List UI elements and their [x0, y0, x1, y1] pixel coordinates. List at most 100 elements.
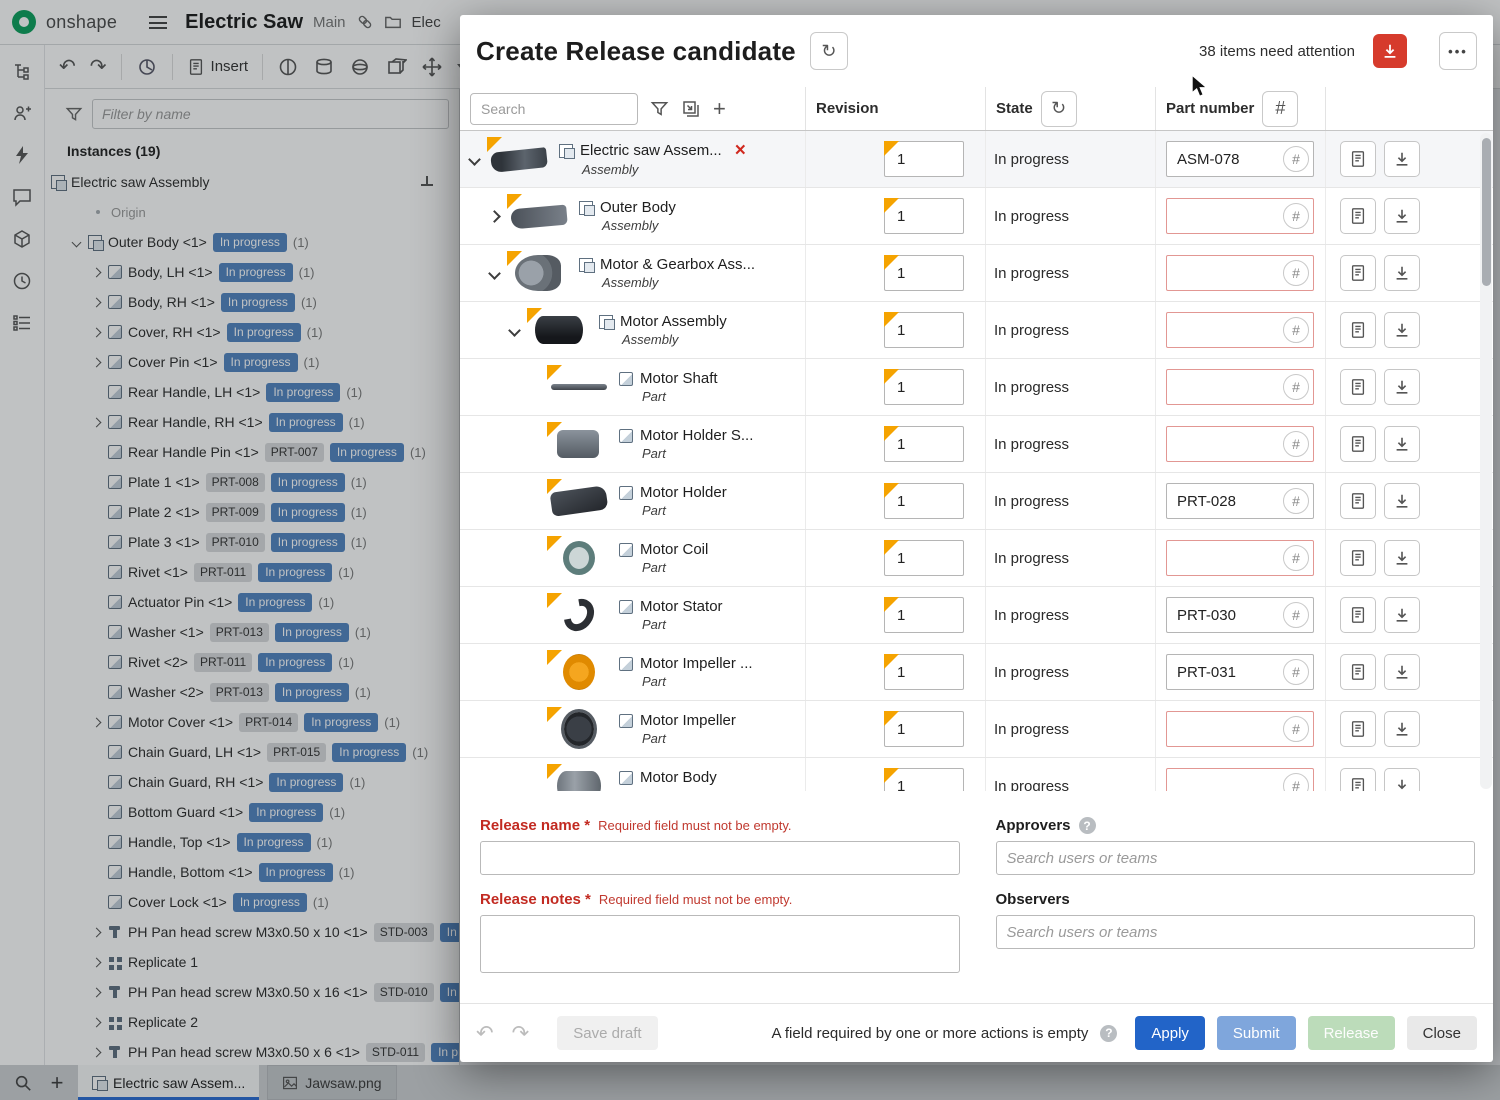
part-thumbnail — [507, 194, 571, 238]
item-name: Motor Impeller ... — [640, 655, 753, 672]
footer-warning-text: A field required by one or more actions … — [772, 1025, 1089, 1042]
undo-icon[interactable]: ↶ — [476, 1023, 494, 1044]
generate-part-number-button[interactable]: # — [1283, 488, 1309, 514]
generate-part-number-button[interactable]: # — [1283, 716, 1309, 742]
generate-part-number-button[interactable]: # — [1283, 374, 1309, 400]
state-label: In progress — [994, 379, 1069, 396]
refresh-state-button[interactable]: ↻ — [1041, 91, 1077, 127]
observers-input[interactable] — [996, 915, 1476, 949]
download-icon-button[interactable] — [1384, 654, 1420, 690]
release-notes-input[interactable] — [480, 915, 960, 973]
chevron-icon[interactable] — [488, 267, 501, 280]
error-icon[interactable]: × — [735, 141, 746, 160]
release-table-row[interactable]: Motor Stator Part In progress # — [460, 587, 1493, 644]
approvers-input[interactable] — [996, 841, 1476, 875]
item-name: Motor Stator — [640, 598, 723, 615]
download-icon-button[interactable] — [1384, 597, 1420, 633]
generate-part-number-button[interactable]: # — [1283, 146, 1309, 172]
release-table-row[interactable]: Outer Body Assembly In progress # — [460, 188, 1493, 245]
release-table-row[interactable]: Motor Impeller ... Part In progress # — [460, 644, 1493, 701]
release-table-row[interactable]: Motor Body Part In progress # — [460, 758, 1493, 791]
close-button[interactable]: Close — [1407, 1016, 1477, 1050]
warning-corner-icon — [507, 194, 522, 209]
reload-candidate-button[interactable]: ↻ — [810, 32, 848, 70]
warning-corner-icon — [884, 540, 899, 555]
table-scrollbar[interactable] — [1480, 133, 1492, 789]
release-table-row[interactable]: Motor Impeller Part In progress # — [460, 701, 1493, 758]
revision-cell — [805, 188, 985, 244]
collapse-all-icon[interactable] — [681, 99, 701, 119]
release-notes-icon-button[interactable] — [1340, 597, 1376, 633]
filter-icon[interactable] — [650, 99, 669, 118]
revision-cell — [805, 359, 985, 415]
release-table-row[interactable]: Motor Coil Part In progress # — [460, 530, 1493, 587]
save-draft-button[interactable]: Save draft — [557, 1016, 657, 1050]
release-notes-icon-button[interactable] — [1340, 198, 1376, 234]
release-notes-icon-button[interactable] — [1340, 768, 1376, 791]
generate-part-number-button[interactable]: # — [1283, 203, 1309, 229]
generate-part-number-button[interactable]: # — [1283, 545, 1309, 571]
release-notes-icon-button[interactable] — [1340, 654, 1376, 690]
generate-part-number-button[interactable]: # — [1283, 317, 1309, 343]
download-icon-button[interactable] — [1384, 198, 1420, 234]
release-table-row[interactable]: Motor Shaft Part In progress # — [460, 359, 1493, 416]
chevron-icon[interactable] — [488, 210, 501, 223]
apply-button[interactable]: Apply — [1135, 1016, 1205, 1050]
release-name-input[interactable] — [480, 841, 960, 875]
release-table-row[interactable]: Motor Assembly Assembly In progress # — [460, 302, 1493, 359]
part-thumbnail — [547, 764, 611, 791]
release-notes-icon-button[interactable] — [1340, 540, 1376, 576]
add-item-icon[interactable]: + — [713, 98, 726, 120]
actions-cell — [1325, 473, 1493, 529]
state-cell: In progress — [985, 359, 1155, 415]
redo-icon[interactable]: ↷ — [512, 1023, 530, 1044]
generate-part-number-button[interactable]: # — [1283, 260, 1309, 286]
state-cell: In progress — [985, 473, 1155, 529]
state-cell: In progress — [985, 245, 1155, 301]
release-notes-icon-button[interactable] — [1340, 426, 1376, 462]
release-notes-icon-button[interactable] — [1340, 711, 1376, 747]
release-notes-icon-button[interactable] — [1340, 312, 1376, 348]
release-table-row[interactable]: Electric saw Assem... × Assembly In prog… — [460, 131, 1493, 188]
release-table-row[interactable]: Motor & Gearbox Ass... Assembly In progr… — [460, 245, 1493, 302]
release-button[interactable]: Release — [1308, 1016, 1395, 1050]
assign-part-numbers-button[interactable]: # — [1262, 91, 1298, 127]
download-icon-button[interactable] — [1384, 426, 1420, 462]
release-table-row[interactable]: Motor Holder S... Part In progress # — [460, 416, 1493, 473]
part-icon — [619, 429, 633, 443]
help-icon[interactable]: ? — [1100, 1025, 1117, 1042]
create-release-dialog: Create Release candidate ↻ 38 items need… — [460, 15, 1493, 1062]
state-cell: In progress — [985, 302, 1155, 358]
release-notes-icon-button[interactable] — [1340, 141, 1376, 177]
chevron-icon[interactable] — [468, 153, 481, 166]
download-icon-button[interactable] — [1384, 483, 1420, 519]
search-input[interactable] — [470, 93, 638, 125]
warning-corner-icon — [547, 365, 562, 380]
chevron-icon[interactable] — [508, 324, 521, 337]
release-notes-icon-button[interactable] — [1340, 255, 1376, 291]
download-icon-button[interactable] — [1384, 711, 1420, 747]
download-icon-button[interactable] — [1384, 255, 1420, 291]
download-icon-button[interactable] — [1384, 768, 1420, 791]
observers-label: Observers — [996, 891, 1070, 908]
download-icon-button[interactable] — [1384, 540, 1420, 576]
release-notes-icon-button[interactable] — [1340, 483, 1376, 519]
download-icon-button[interactable] — [1384, 141, 1420, 177]
download-icon-button[interactable] — [1384, 369, 1420, 405]
download-errors-button[interactable] — [1373, 34, 1407, 68]
item-name-cell: Motor Impeller Part — [460, 701, 805, 757]
help-icon[interactable]: ? — [1079, 817, 1096, 834]
state-cell: In progress — [985, 587, 1155, 643]
generate-part-number-button[interactable]: # — [1283, 602, 1309, 628]
download-icon-button[interactable] — [1384, 312, 1420, 348]
part-icon — [619, 714, 633, 728]
generate-part-number-button[interactable]: # — [1283, 431, 1309, 457]
more-options-button[interactable]: ••• — [1439, 32, 1477, 70]
release-notes-icon-button[interactable] — [1340, 369, 1376, 405]
warning-corner-icon — [884, 711, 899, 726]
generate-part-number-button[interactable]: # — [1283, 659, 1309, 685]
state-label: In progress — [994, 721, 1069, 738]
item-name-cell: Motor Impeller ... Part — [460, 644, 805, 700]
release-table-row[interactable]: Motor Holder Part In progress # — [460, 473, 1493, 530]
submit-button[interactable]: Submit — [1217, 1016, 1296, 1050]
